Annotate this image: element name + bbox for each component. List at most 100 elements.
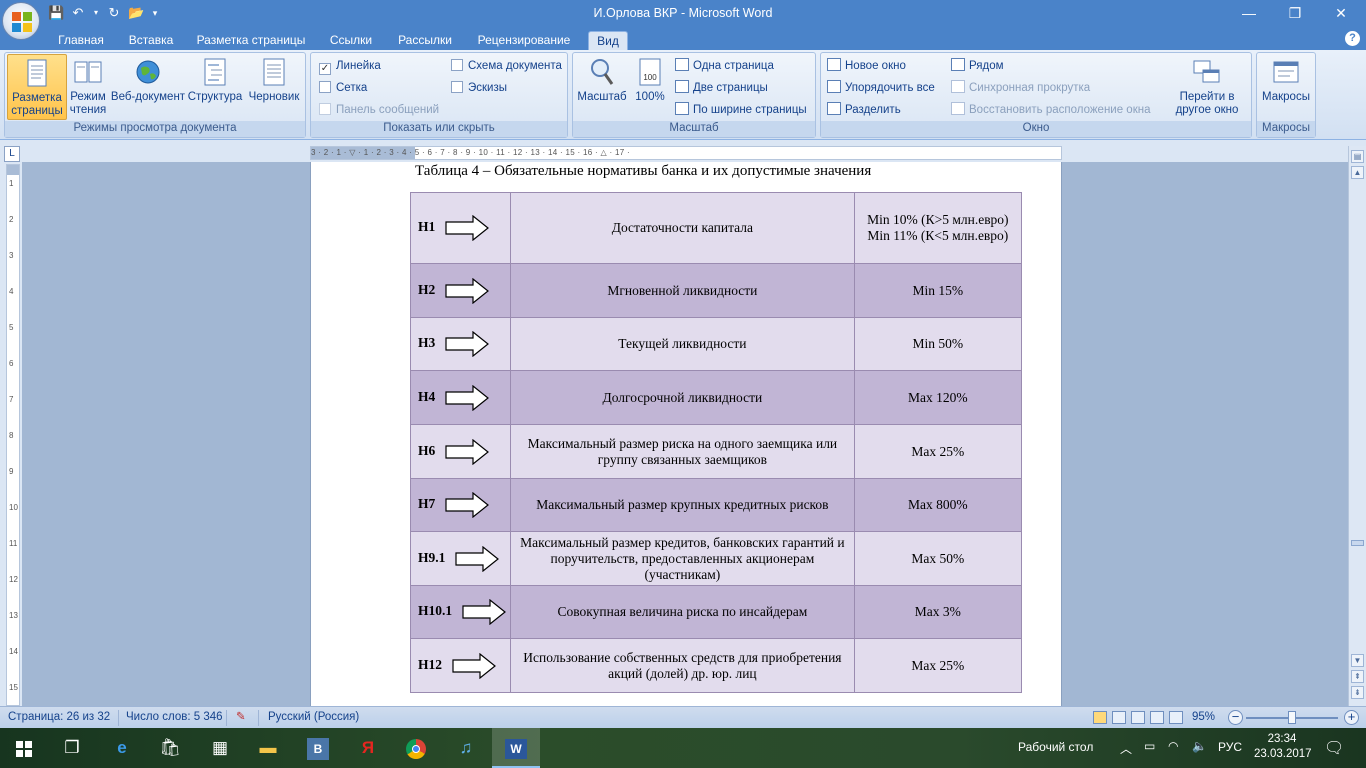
message-bar-checkbox: Панель сообщений: [319, 101, 439, 119]
music-icon[interactable]: ♫: [442, 728, 490, 768]
volume-icon[interactable]: 🔈: [1192, 739, 1207, 753]
arrange-all-label: Упорядочить все: [845, 82, 935, 94]
split-button[interactable]: Разделить: [827, 101, 901, 119]
proofing-icon[interactable]: ✎: [236, 707, 246, 728]
group-label-window: Окно: [821, 121, 1251, 137]
show-hidden-icons-icon[interactable]: ︿: [1120, 740, 1132, 757]
zoom-slider-thumb[interactable]: [1288, 711, 1296, 724]
norm-value-cell: Max 25%: [853, 638, 1023, 693]
switch-windows-button[interactable]: Перейти в другое окно: [1165, 54, 1249, 120]
next-page-icon[interactable]: ⇟: [1351, 686, 1364, 699]
office-button[interactable]: [2, 2, 40, 40]
two-pages-button[interactable]: Две страницы: [675, 79, 768, 97]
tab-references[interactable]: Ссылки: [322, 31, 380, 50]
vk-icon[interactable]: B: [294, 728, 342, 768]
tab-page-layout[interactable]: Разметка страницы: [192, 31, 310, 50]
thumbnails-checkbox[interactable]: Эскизы: [451, 79, 507, 97]
reading-view-icon[interactable]: [1112, 711, 1126, 724]
document-map-checkbox[interactable]: Схема документа: [451, 57, 562, 75]
print-layout-label: Разметка страницы: [11, 92, 63, 117]
scroll-down-icon[interactable]: ▼: [1351, 654, 1364, 667]
norm-code: Н10.1: [418, 603, 453, 619]
split-icon: [827, 102, 841, 115]
page-width-button[interactable]: По ширине страницы: [675, 101, 807, 119]
zoom-level[interactable]: 95%: [1192, 707, 1215, 728]
minimize-button[interactable]: —: [1226, 0, 1272, 28]
switch-windows-label: Перейти в другое окно: [1175, 91, 1239, 116]
zoom-in-icon[interactable]: +: [1344, 710, 1359, 725]
grid-checkbox[interactable]: Сетка: [319, 79, 367, 97]
table-row: Н3 Текущей ликвидности Min 50%: [409, 317, 1023, 371]
notifications-icon[interactable]: 🗨: [1324, 738, 1344, 757]
tab-view[interactable]: Вид: [588, 31, 628, 50]
edge-icon[interactable]: e: [98, 728, 146, 768]
table-row: Н4 Долгосрочной ликвидности Max 120%: [409, 370, 1023, 425]
table-row: Н1 Достаточности капитала Min 10% (К>5 млн…: [409, 192, 1023, 264]
zoom-out-icon[interactable]: −: [1228, 710, 1243, 725]
status-separator: [118, 710, 119, 726]
help-icon[interactable]: ?: [1345, 31, 1360, 46]
desktop-label[interactable]: Рабочий стол: [1018, 740, 1093, 754]
web-view-icon[interactable]: [1131, 711, 1145, 724]
norm-code: Н6: [418, 442, 436, 458]
vertical-scrollbar[interactable]: ▤ ▲ ▼ ⇞ ⇟: [1348, 146, 1366, 706]
arrange-all-icon: [827, 80, 841, 93]
input-language[interactable]: РУС: [1218, 740, 1242, 754]
table-row: Н6 Максимальный размер риска на одного за…: [409, 424, 1023, 479]
tab-mailings[interactable]: Рассылки: [392, 31, 458, 50]
web-layout-button[interactable]: Веб-документ: [109, 54, 187, 120]
arrange-all-button[interactable]: Упорядочить все: [827, 79, 935, 97]
task-view-icon[interactable]: ❐: [48, 728, 96, 768]
draft-view-icon[interactable]: [1169, 711, 1183, 724]
page-count[interactable]: Страница: 26 из 32: [8, 707, 110, 728]
tab-selector-button[interactable]: L: [4, 146, 20, 162]
side-by-side-button[interactable]: Рядом: [951, 57, 1004, 75]
chrome-icon[interactable]: [392, 728, 440, 768]
calculator-icon[interactable]: ▦: [196, 728, 244, 768]
reset-window-position-button: Восстановить расположение окна: [951, 101, 1150, 119]
horizontal-ruler[interactable]: 3 · 2 · 1 · ▽ · 1 · 2 · 3 · 4 · 5 · 6 · …: [310, 146, 1062, 160]
ruler-checkbox[interactable]: ✓ Линейка: [319, 57, 381, 75]
new-window-button[interactable]: Новое окно: [827, 57, 906, 75]
close-button[interactable]: ✕: [1318, 0, 1364, 28]
word-icon[interactable]: W: [492, 728, 540, 768]
store-icon[interactable]: 🛍: [146, 728, 194, 768]
outline-view-icon[interactable]: [1150, 711, 1164, 724]
side-by-side-label: Рядом: [969, 60, 1004, 72]
ruler-toggle-icon[interactable]: ▤: [1351, 150, 1364, 163]
maximize-button[interactable]: ❐: [1272, 0, 1318, 28]
new-window-icon: [827, 58, 841, 71]
reading-mode-button[interactable]: Режим чтения: [67, 54, 109, 120]
clock[interactable]: 23:34 23.03.2017: [1254, 732, 1312, 762]
scroll-thumb[interactable]: [1351, 540, 1364, 546]
yandex-icon[interactable]: Я: [344, 728, 392, 768]
previous-page-icon[interactable]: ⇞: [1351, 670, 1364, 683]
network-icon[interactable]: ▭: [1144, 739, 1155, 753]
tab-review[interactable]: Рецензирование: [470, 31, 578, 50]
checkbox-icon: [451, 81, 463, 93]
tab-home[interactable]: Главная: [52, 31, 110, 50]
wifi-icon[interactable]: ◠: [1168, 739, 1178, 753]
norms-table: Н1 Достаточности капитала Min 10% (К>5 млн…: [409, 192, 1023, 693]
word-count[interactable]: Число слов: 5 346: [126, 707, 223, 728]
document-page[interactable]: Таблица 4 – Обязательные нормативы банка…: [310, 162, 1062, 706]
explorer-icon[interactable]: ▬: [244, 728, 292, 768]
language-indicator[interactable]: Русский (Россия): [268, 707, 359, 728]
vertical-ruler[interactable]: 1 2 3 4 5 6 7 8 9 10 11 12 13 14 15: [6, 164, 20, 706]
outline-button[interactable]: Структура: [187, 54, 243, 120]
scroll-up-icon[interactable]: ▲: [1351, 166, 1364, 179]
macros-button[interactable]: Макросы: [1259, 54, 1313, 120]
vruler-number: 7: [9, 395, 14, 404]
print-layout-button[interactable]: Разметка страницы: [7, 54, 67, 120]
zoom-button[interactable]: Масштаб: [575, 54, 629, 120]
tab-insert[interactable]: Вставка: [122, 31, 180, 50]
print-layout-view-icon[interactable]: [1093, 711, 1107, 724]
zoom-100-button[interactable]: 100 100%: [631, 54, 669, 120]
norm-value-cell: Max 25%: [853, 424, 1023, 479]
arrow-right-icon: [445, 492, 490, 518]
start-icon[interactable]: [0, 728, 48, 768]
sync-scroll-icon: [951, 80, 965, 93]
draft-button[interactable]: Черновик: [245, 54, 303, 120]
one-page-button[interactable]: Одна страница: [675, 57, 774, 75]
globe-icon: [136, 60, 160, 84]
